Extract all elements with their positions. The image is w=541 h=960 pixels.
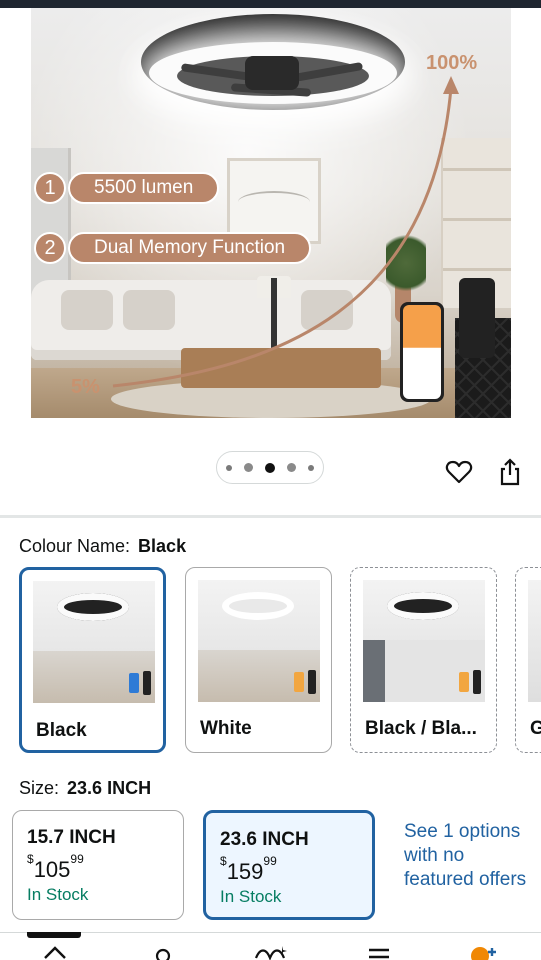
profile-icon[interactable] <box>150 944 176 960</box>
size-option-price: $15999 <box>220 854 277 885</box>
section-divider <box>0 515 541 518</box>
home-icon[interactable] <box>42 944 68 960</box>
colour-option-label: White <box>200 718 252 739</box>
colour-option-label: Black <box>36 720 87 741</box>
active-tab-indicator <box>27 932 81 938</box>
see-more-options-link[interactable]: See 1 options with no featured offers <box>404 820 534 892</box>
colour-option-black[interactable]: Black <box>19 567 166 753</box>
size-option-23-6-inch[interactable]: 23.6 INCH $15999 In Stock <box>203 810 375 920</box>
remote-control <box>459 278 495 358</box>
price-currency: $ <box>220 853 227 868</box>
colour-label: Colour Name: Black <box>19 536 186 557</box>
share-icon[interactable] <box>496 458 524 486</box>
colour-label-text: Colour Name: <box>19 536 131 556</box>
size-option-label: 23.6 INCH <box>220 829 309 850</box>
colour-option-label: Black / Bla... <box>365 718 477 739</box>
price-whole: 159 <box>226 859 264 884</box>
colour-selected-value: Black <box>138 536 187 556</box>
product-image[interactable]: 100% 5% 1 5500 lumen 2 Dual Memory Funct… <box>31 8 511 418</box>
stock-status: In Stock <box>220 887 282 906</box>
size-label: Size: 23.6 INCH <box>19 778 151 799</box>
colour-option-white[interactable]: White <box>185 567 332 753</box>
size-selected-value: 23.6 INCH <box>67 778 152 798</box>
rufus-icon[interactable] <box>252 944 288 960</box>
menu-icon[interactable] <box>366 944 392 960</box>
smartphone-app-image <box>400 302 444 402</box>
status-bar <box>0 0 541 8</box>
carousel-dot[interactable] <box>226 464 232 471</box>
colour-option-partial[interactable]: G <box>515 567 541 753</box>
stock-status: In Stock <box>27 885 89 904</box>
cart-icon[interactable] <box>468 944 502 960</box>
colour-thumbnail <box>198 580 320 702</box>
image-carousel-indicator[interactable] <box>216 451 324 484</box>
colour-thumbnail <box>363 580 485 702</box>
colour-thumbnail <box>33 581 155 703</box>
size-option-price: $10599 <box>27 852 84 883</box>
callout-1-number: 1 <box>34 172 66 204</box>
callout-2-number: 2 <box>34 232 66 264</box>
price-whole: 105 <box>33 857 71 882</box>
price-currency: $ <box>27 851 34 866</box>
size-option-label: 15.7 INCH <box>27 827 116 848</box>
heart-icon[interactable] <box>445 458 473 486</box>
colour-option-black-black[interactable]: Black / Bla... <box>350 567 497 753</box>
brightness-min-label: 5% <box>71 376 100 398</box>
colour-option-label: G <box>530 718 541 740</box>
price-fraction: 99 <box>70 851 84 866</box>
size-label-text: Size: <box>19 778 60 798</box>
size-option-15-7-inch[interactable]: 15.7 INCH $10599 In Stock <box>12 810 184 920</box>
carousel-dot[interactable] <box>287 463 296 472</box>
callout-2-text: Dual Memory Function <box>68 232 312 264</box>
price-fraction: 99 <box>263 853 277 868</box>
colour-thumbnail <box>528 580 541 702</box>
brightness-max-label: 100% <box>426 52 478 74</box>
callout-1-text: 5500 lumen <box>68 172 220 204</box>
carousel-dot[interactable] <box>308 464 314 471</box>
carousel-dot-active[interactable] <box>265 462 275 473</box>
carousel-dot[interactable] <box>244 463 253 472</box>
